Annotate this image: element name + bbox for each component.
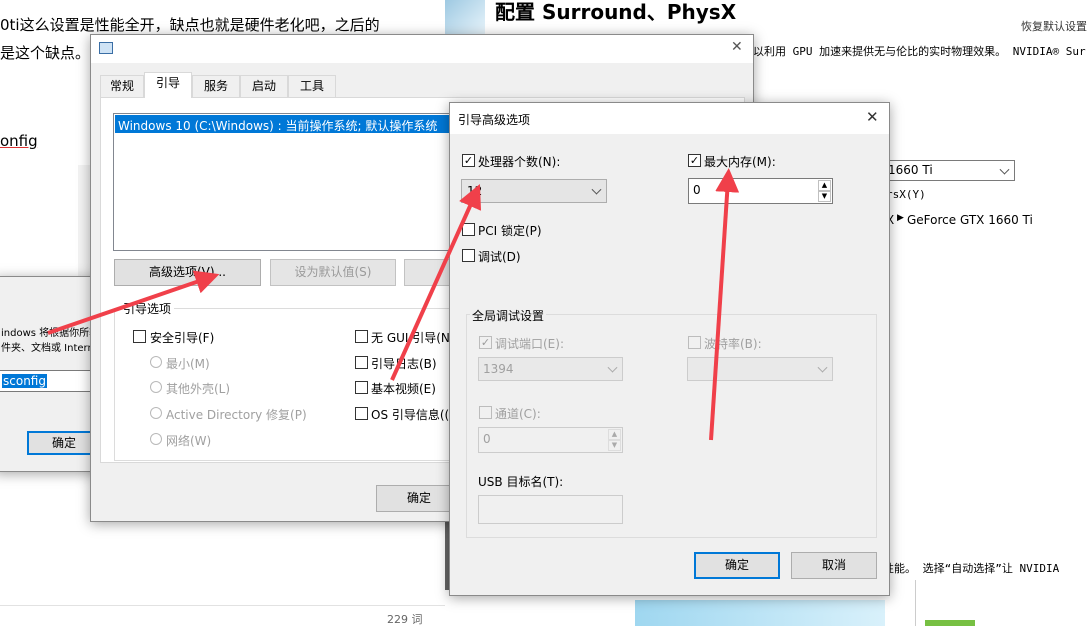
advanced-options-button[interactable]: 高级选项(V)... [114,259,261,286]
global-debug-title: 全局调试设置 [470,307,547,324]
radio-minimal-label: 最小(M) [166,357,210,371]
doc-text-line2: 是这个缺点。 [0,44,91,62]
set-default-button[interactable]: 设为默认值(S) [270,259,396,286]
boot-log-checkbox[interactable] [355,356,368,369]
promo-green [925,620,975,626]
radio-network[interactable] [150,433,162,445]
baud-rate-label: 波特率(B): [704,337,762,351]
debug-port-checkbox[interactable]: ✓ [479,336,492,349]
base-video-checkbox[interactable] [355,381,368,394]
advanced-cancel-button[interactable]: 取消 [791,552,877,579]
nvidia-bottom-text: 性能。 选择“自动选择”让 NVIDIA [883,562,1060,575]
triangle-right-icon: ▶ [897,213,904,223]
spinner-down-icon[interactable]: ▼ [608,440,621,451]
radio-alternate-shell-label: 其他外壳(L) [166,382,231,396]
channel-checkbox[interactable] [479,406,492,419]
baud-rate-select[interactable] [687,357,833,381]
radio-ad-repair-label: Active Directory 修复(P) [166,408,307,422]
chevron-down-icon [999,164,1010,175]
boot-log-label: 引导日志(B) [371,357,437,371]
chevron-down-icon [607,362,618,373]
gpu-select[interactable]: 1660 Ti [883,160,1015,181]
close-icon[interactable]: ✕ [866,108,879,126]
cpu-count-select[interactable]: 12 [461,179,607,203]
no-gui-boot-checkbox[interactable] [355,330,368,343]
doc-footer-divider [0,605,445,606]
debug-port-label: 调试端口(E): [495,337,564,351]
no-gui-boot-label: 无 GUI 引导(N [371,331,450,345]
channel-input[interactable]: 0 ▲ ▼ [478,427,623,453]
tab-startup[interactable]: 启动 [240,75,288,97]
tab-general[interactable]: 常规 [100,75,144,97]
restore-defaults-link[interactable]: 恢复默认设置 [1021,18,1087,34]
usb-target-label: USB 目标名(T): [478,475,564,489]
nvidia-bottom-divider [915,580,916,626]
doc-link[interactable]: onfig [0,132,38,150]
debug-label: 调试(D) [478,250,521,264]
promo-banner [635,600,885,626]
channel-label: 通道(C): [495,407,541,421]
chevron-down-icon [817,362,828,373]
radio-alternate-shell[interactable] [150,381,162,393]
run-input-value: sconfig [2,374,47,388]
delete-button[interactable] [404,259,454,286]
nvidia-header-icon [445,0,485,34]
max-memory-input[interactable]: 0 ▲ ▼ [688,178,833,204]
max-memory-value: 0 [693,183,701,197]
radio-network-label: 网络(W) [166,434,212,448]
tab-tools[interactable]: 工具 [288,75,336,97]
msconfig-app-icon [99,42,113,54]
tab-services[interactable]: 服务 [192,75,240,97]
advanced-dialog-title: 引导高级选项 [458,113,531,127]
run-text-line1: indows 将根据你所输 [1,328,100,339]
chevron-down-icon [591,184,602,195]
safe-boot-label: 安全引导(F) [150,331,215,345]
gpu-select-value: 1660 Ti [888,163,933,177]
debug-checkbox[interactable] [462,249,475,262]
doc-text-line1: 0ti这么设置是性能全开，缺点也就是硬件老化吧，之后的 [0,16,380,34]
spinner-up-icon[interactable]: ▲ [818,180,831,191]
boot-entries-list[interactable]: Windows 10 (C:\Windows) : 当前操作系统; 默认操作系统 [113,113,483,251]
safe-boot-checkbox[interactable] [133,330,146,343]
debug-port-select[interactable]: 1394 [478,357,623,381]
radio-ad-repair[interactable] [150,407,162,419]
boot-entry-selected[interactable]: Windows 10 (C:\Windows) : 当前操作系统; 默认操作系统 [115,115,481,133]
os-boot-info-checkbox[interactable] [355,407,368,420]
spinner-up-icon[interactable]: ▲ [608,429,621,440]
pci-lock-label: PCI 锁定(P) [478,224,542,238]
advanced-ok-button[interactable]: 确定 [694,552,780,579]
spinner-down-icon[interactable]: ▼ [818,191,831,202]
run-input[interactable]: sconfig [0,370,99,392]
debug-port-value: 1394 [483,362,514,376]
radio-minimal[interactable] [150,356,162,368]
tab-boot[interactable]: 引导 [144,72,192,98]
physx-label: rsX(Y) [886,188,926,201]
cpu-count-checkbox[interactable]: ✓ [462,154,475,167]
baud-rate-checkbox[interactable] [688,336,701,349]
base-video-label: 基本视频(E) [371,382,436,396]
msconfig-titlebar [91,35,753,63]
nvidia-page-title: 配置 Surround、PhysX [495,0,737,24]
channel-value: 0 [483,432,491,446]
os-boot-info-label: OS 引导信息(( [371,408,450,422]
pci-lock-checkbox[interactable] [462,223,475,236]
usb-target-input[interactable] [478,495,623,524]
run-dialog: indows 将根据你所输 件夹、文档或 Intern sconfig 确定 [0,276,104,472]
cpu-count-label: 处理器个数(N): [478,155,561,169]
boot-options-title: 引导选项 [120,300,175,317]
max-memory-checkbox[interactable]: ✓ [688,154,701,167]
run-text-line2: 件夹、文档或 Intern [1,343,94,354]
nvidia-description: 以利用 GPU 加速来提供无与伦比的实时物理效果。 NVIDIA® Sur [753,45,1086,58]
gpu-name: GeForce GTX 1660 Ti [907,213,1033,227]
cpu-count-value: 12 [467,184,483,198]
close-icon[interactable]: ✕ [731,39,743,55]
max-memory-label: 最大内存(M): [704,155,776,169]
word-count: 229 词 [387,613,423,626]
